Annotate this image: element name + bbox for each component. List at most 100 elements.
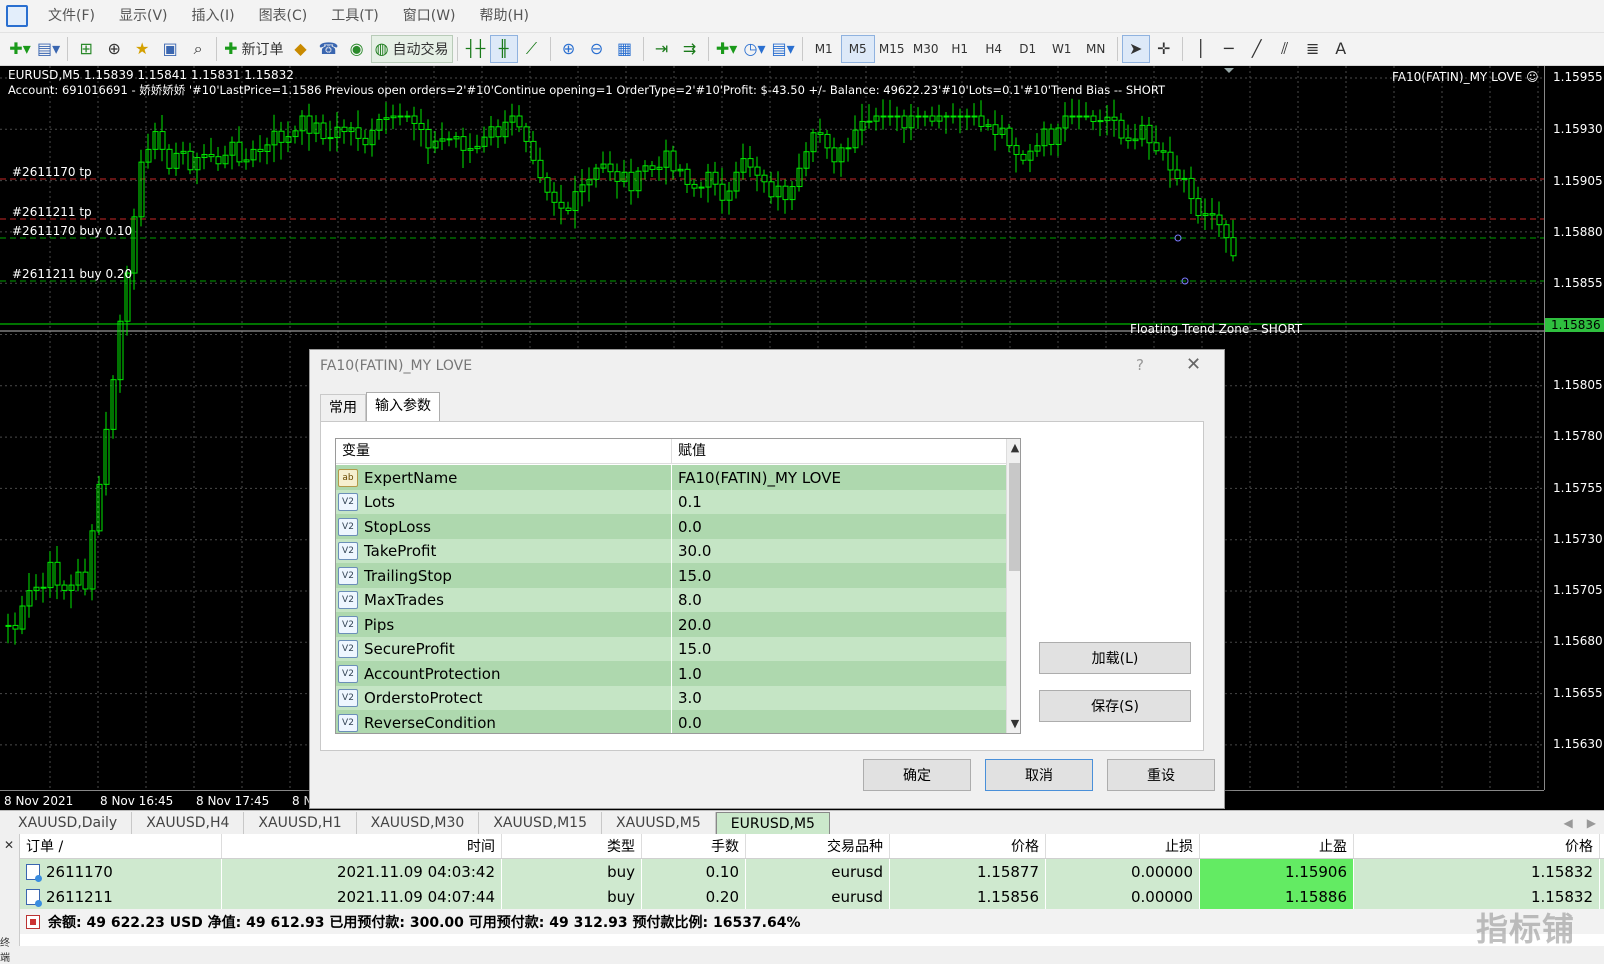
- templates-button[interactable]: ▤▾: [769, 35, 798, 63]
- parameters-table[interactable]: 变量 赋值 ab ExpertName FA10(FATIN)_MY LOVE V2 L…: [335, 438, 1021, 734]
- load-button[interactable]: 加载(L): [1039, 642, 1191, 674]
- param-value[interactable]: 8.0: [672, 588, 1006, 613]
- ea-name-label[interactable]: FA10(FATIN)_MY LOVE ☺: [1392, 70, 1539, 84]
- new-order-button[interactable]: ✚ 新订单: [221, 35, 286, 63]
- col-symbol[interactable]: 交易品种: [746, 834, 890, 858]
- param-value[interactable]: 0.1: [672, 490, 1006, 515]
- scroll-down-icon[interactable]: ▼: [1007, 717, 1020, 730]
- param-value[interactable]: 30.0: [672, 539, 1006, 564]
- param-row[interactable]: V2 AccountProtection 1.0: [336, 661, 1006, 686]
- new-chart-button[interactable]: ✚▾: [6, 35, 34, 63]
- order-row[interactable]: 2611170 2021.11.09 04:03:42 buy 0.10 eur…: [20, 859, 1604, 884]
- auto-trading-button[interactable]: ◍ 自动交易: [370, 35, 453, 63]
- param-row[interactable]: V2 StopLoss 0.0: [336, 514, 1006, 539]
- timeframe-h4[interactable]: H4: [977, 35, 1011, 63]
- param-row[interactable]: V2 OrderstoProtect 3.0: [336, 685, 1006, 711]
- col-type[interactable]: 类型: [502, 834, 642, 858]
- col-order[interactable]: 订单 /: [20, 834, 222, 858]
- data-window-button[interactable]: ⊕: [100, 35, 128, 63]
- param-value[interactable]: 0.0: [672, 710, 1006, 733]
- param-row[interactable]: V2 TrailingStop 15.0: [336, 563, 1006, 588]
- menu-window[interactable]: 窗口(W): [391, 0, 468, 32]
- indicators-button[interactable]: ✚▾: [713, 35, 741, 63]
- menu-file[interactable]: 文件(F): [36, 0, 107, 32]
- crosshair-tool-button[interactable]: ✛: [1150, 35, 1178, 63]
- param-row[interactable]: V2 ReverseCondition 0.0: [336, 710, 1006, 733]
- timeframe-mn[interactable]: MN: [1079, 35, 1113, 63]
- param-value[interactable]: 20.0: [672, 612, 1006, 637]
- col-lots[interactable]: 手数: [642, 834, 746, 858]
- timeframe-h1[interactable]: H1: [943, 35, 977, 63]
- reset-button[interactable]: 重设: [1107, 759, 1215, 791]
- scroll-thumb[interactable]: [1009, 463, 1020, 571]
- timeframe-d1[interactable]: D1: [1011, 35, 1045, 63]
- param-value[interactable]: 0.0: [672, 514, 1006, 539]
- tab-xauusd-h1[interactable]: XAUUSD,H1: [244, 812, 357, 834]
- terminal-close-icon[interactable]: ✕: [4, 838, 14, 852]
- param-row[interactable]: V2 MaxTrades 8.0: [336, 587, 1006, 613]
- menu-charts[interactable]: 图表(C): [247, 0, 320, 32]
- market-watch-button[interactable]: ⊞: [72, 35, 100, 63]
- col-sl[interactable]: 止损: [1046, 834, 1200, 858]
- param-row[interactable]: V2 TakeProfit 30.0: [336, 538, 1006, 564]
- metaeditor-button[interactable]: ◆: [287, 35, 315, 63]
- chat-button[interactable]: ☎: [315, 35, 343, 63]
- tab-scroll-left-icon[interactable]: ◀: [1564, 812, 1573, 834]
- ok-button[interactable]: 确定: [863, 759, 971, 791]
- candle-chart-button[interactable]: ╫: [489, 35, 518, 63]
- chart-shift-button[interactable]: ⇥: [648, 35, 676, 63]
- timeframe-m30[interactable]: M30: [909, 35, 943, 63]
- trendline-button[interactable]: ╱: [1243, 35, 1271, 63]
- param-value[interactable]: 15.0: [672, 637, 1006, 662]
- tab-xauusd-m15[interactable]: XAUUSD,M15: [479, 812, 603, 834]
- menu-view[interactable]: 显示(V): [107, 0, 180, 32]
- param-row[interactable]: V2 Lots 0.1: [336, 489, 1006, 515]
- order-row[interactable]: 2611211 2021.11.09 04:07:44 buy 0.20 eur…: [20, 884, 1604, 909]
- zoom-out-button[interactable]: ⊖: [583, 35, 611, 63]
- tab-eurusd-m5[interactable]: EURUSD,M5: [715, 812, 830, 834]
- parameters-scrollbar[interactable]: ▲ ▼: [1006, 439, 1020, 733]
- tab-scroll-right-icon[interactable]: ▶: [1587, 812, 1596, 834]
- timeframe-w1[interactable]: W1: [1045, 35, 1079, 63]
- param-row[interactable]: V2 SecureProfit 15.0: [336, 636, 1006, 662]
- timeframe-m5[interactable]: M5: [840, 35, 875, 63]
- param-value[interactable]: 1.0: [672, 661, 1006, 686]
- horizontal-line-button[interactable]: ─: [1215, 35, 1243, 63]
- col-tp[interactable]: 止盈: [1200, 834, 1354, 858]
- help-button[interactable]: ?: [1136, 356, 1144, 374]
- tab-xauusd-m5[interactable]: XAUUSD,M5: [602, 812, 716, 834]
- save-button[interactable]: 保存(S): [1039, 690, 1191, 722]
- param-value[interactable]: FA10(FATIN)_MY LOVE: [672, 465, 1006, 490]
- menu-insert[interactable]: 插入(I): [180, 0, 247, 32]
- auto-scroll-button[interactable]: ⇉: [676, 35, 704, 63]
- cancel-button[interactable]: 取消: [985, 759, 1093, 791]
- signals-button[interactable]: ◉: [343, 35, 371, 63]
- close-button[interactable]: ✕: [1186, 354, 1201, 375]
- bar-chart-button[interactable]: ┤┼: [462, 35, 490, 63]
- scroll-up-icon[interactable]: ▲: [1007, 441, 1020, 454]
- timeframe-m15[interactable]: M15: [875, 35, 909, 63]
- navigator-button[interactable]: ★: [128, 35, 156, 63]
- text-tool-button[interactable]: A: [1327, 35, 1355, 63]
- periods-button[interactable]: ◷▾: [741, 35, 769, 63]
- tab-inputs[interactable]: 输入参数: [366, 392, 440, 421]
- param-value[interactable]: 3.0: [672, 686, 1006, 711]
- menu-tools[interactable]: 工具(T): [319, 0, 390, 32]
- channel-button[interactable]: ⫽: [1271, 35, 1299, 63]
- vertical-line-button[interactable]: │: [1187, 35, 1215, 63]
- tile-windows-button[interactable]: ▦: [611, 35, 639, 63]
- cursor-tool-button[interactable]: ➤: [1121, 35, 1150, 63]
- col-price[interactable]: 价格: [890, 834, 1046, 858]
- col-current-price[interactable]: 价格: [1354, 834, 1600, 858]
- menu-help[interactable]: 帮助(H): [468, 0, 541, 32]
- tab-common[interactable]: 常用: [320, 394, 366, 421]
- fibonacci-button[interactable]: ≣: [1299, 35, 1327, 63]
- profiles-button[interactable]: ▤▾: [34, 35, 63, 63]
- col-time[interactable]: 时间: [222, 834, 502, 858]
- timeframe-m1[interactable]: M1: [807, 35, 841, 63]
- strategy-tester-button[interactable]: ⌕: [184, 35, 212, 63]
- tab-xauusd-h4[interactable]: XAUUSD,H4: [132, 812, 245, 834]
- tab-xauusd-m30[interactable]: XAUUSD,M30: [357, 812, 480, 834]
- param-row[interactable]: V2 Pips 20.0: [336, 612, 1006, 637]
- terminal-button[interactable]: ▣: [156, 35, 184, 63]
